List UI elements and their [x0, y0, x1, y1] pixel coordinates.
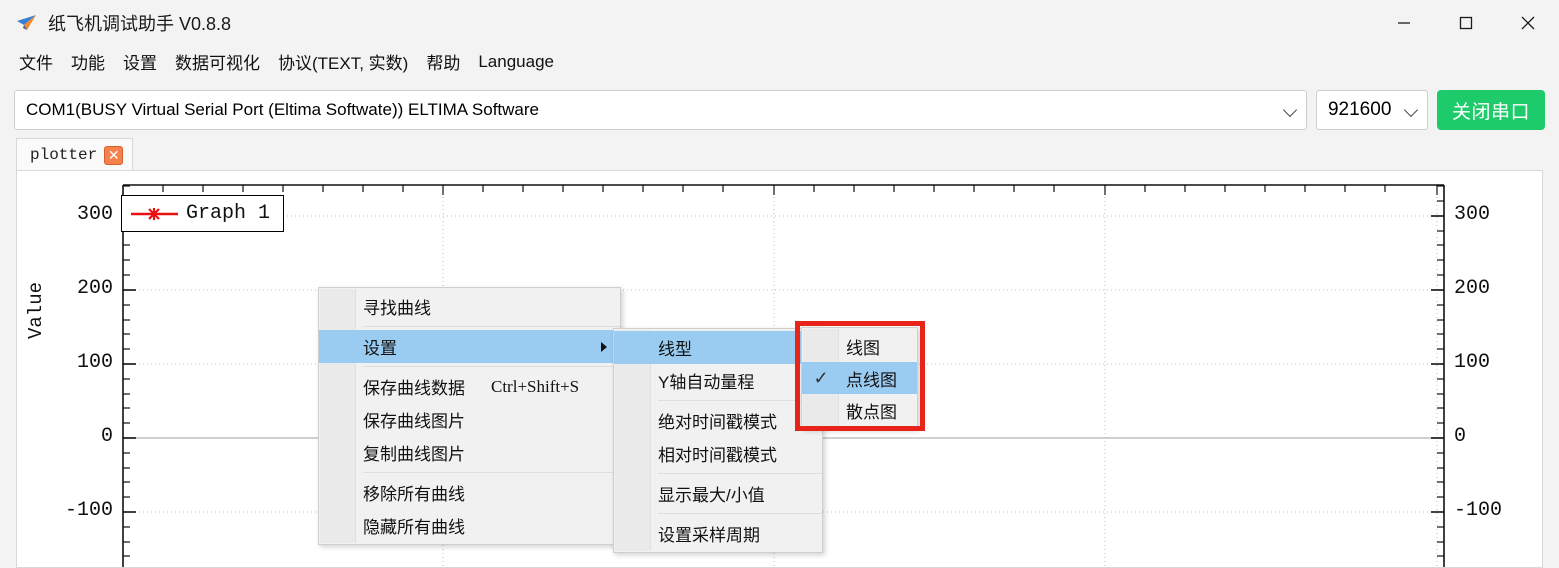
menu-item-label: 线图 — [846, 338, 880, 358]
chevron-down-icon — [1405, 103, 1419, 117]
menubar-item-data-visualization[interactable]: 数据可视化 — [166, 46, 269, 77]
menu-item-label: 散点图 — [846, 402, 897, 422]
title-bar-left: 纸飞机调试助手 V0.8.8 — [0, 10, 231, 36]
chevron-down-icon — [1284, 103, 1298, 117]
menu-separator — [658, 513, 822, 514]
menu-item-label: 线型 — [658, 340, 692, 359]
menubar-item-file[interactable]: 文件 — [10, 46, 62, 77]
y-tick-left-0: 0 — [100, 425, 113, 448]
tab-close-icon[interactable]: ✕ — [104, 145, 124, 165]
y-tick-left-100: 100 — [76, 351, 113, 374]
legend-marker-icon — [131, 207, 178, 221]
y-tick-left-200: 200 — [76, 277, 113, 300]
menu-item-save-curve-image[interactable]: 保存曲线图片 — [319, 403, 620, 436]
menu-item-label: Y轴自动量程 — [658, 373, 755, 392]
menu-item-relative-timestamp-mode[interactable]: 相对时间戳模式 — [614, 437, 822, 470]
menu-item-settings[interactable]: 设置 — [319, 330, 620, 363]
menu-item-dotted-line-chart[interactable]: ✓ 点线图 — [802, 362, 917, 394]
menu-separator — [363, 366, 620, 367]
menu-item-show-max-min[interactable]: 显示最大/小值 — [614, 477, 822, 510]
tab-plotter[interactable]: plotter ✕ — [16, 138, 134, 171]
menu-item-label: 设置采样周期 — [658, 526, 760, 545]
menu-bar: 文件 功能 设置 数据可视化 协议(TEXT, 实数) 帮助 Language — [0, 45, 1559, 78]
menu-separator — [658, 473, 822, 474]
menu-item-label: 隐藏所有曲线 — [363, 518, 465, 537]
title-bar: 纸飞机调试助手 V0.8.8 — [0, 0, 1559, 45]
menu-item-line-type[interactable]: 线型 — [614, 331, 822, 364]
baud-rate-value: 921600 — [1327, 99, 1392, 120]
menubar-item-help[interactable]: 帮助 — [417, 46, 469, 77]
y-tick-right-minus100: -100 — [1454, 499, 1503, 522]
menu-separator — [363, 472, 620, 473]
y-axis-title: Value — [25, 281, 47, 339]
menu-item-line-chart[interactable]: 线图 — [802, 330, 917, 362]
maximize-button[interactable] — [1435, 0, 1497, 45]
context-menu-settings[interactable]: 线型 Y轴自动量程 绝对时间戳模式 相对时间戳模式 显示最大/小值 设置采样周期 — [613, 328, 823, 553]
menu-item-copy-curve-image[interactable]: 复制曲线图片 — [319, 436, 620, 469]
paper-plane-icon — [16, 12, 38, 34]
menu-item-set-sampling-period[interactable]: 设置采样周期 — [614, 517, 822, 550]
legend-label-graph-1: Graph 1 — [186, 202, 271, 225]
y-tick-right-0: 0 — [1454, 425, 1467, 448]
menu-item-label: 点线图 — [846, 370, 897, 390]
close-serial-port-button[interactable]: 关闭串口 — [1436, 90, 1545, 130]
serial-port-select[interactable]: COM1(BUSY Virtual Serial Port (Eltima So… — [14, 90, 1307, 130]
menubar-item-function[interactable]: 功能 — [62, 46, 114, 77]
menu-item-y-axis-autoscale[interactable]: Y轴自动量程 — [614, 364, 822, 397]
context-menu-line-type[interactable]: 线图 ✓ 点线图 散点图 — [801, 327, 918, 429]
menu-item-label: 绝对时间戳模式 — [658, 413, 777, 432]
menu-item-label: 保存曲线图片 — [363, 412, 465, 431]
menu-item-label: 寻找曲线 — [363, 299, 431, 318]
menu-item-save-curve-data[interactable]: 保存曲线数据 Ctrl+Shift+S — [319, 370, 620, 403]
checkmark-icon: ✓ — [813, 368, 829, 388]
menu-item-shortcut: Ctrl+Shift+S — [491, 376, 580, 396]
menubar-item-protocol[interactable]: 协议(TEXT, 实数) — [269, 46, 417, 77]
menu-item-label: 保存曲线数据 — [363, 379, 465, 398]
y-tick-right-200: 200 — [1454, 277, 1491, 300]
menubar-item-language[interactable]: Language — [469, 49, 563, 75]
menu-item-label: 复制曲线图片 — [363, 445, 465, 464]
menubar-item-settings[interactable]: 设置 — [114, 46, 166, 77]
tab-strip: plotter ✕ — [0, 136, 1559, 171]
menu-item-hide-all-curves[interactable]: 隐藏所有曲线 — [319, 509, 620, 542]
menu-item-remove-all-curves[interactable]: 移除所有曲线 — [319, 476, 620, 509]
submenu-arrow-icon — [601, 341, 607, 352]
close-button[interactable] — [1497, 0, 1559, 45]
menu-item-label: 移除所有曲线 — [363, 485, 465, 504]
y-tick-right-100: 100 — [1454, 351, 1491, 374]
serial-port-value: COM1(BUSY Virtual Serial Port (Eltima So… — [26, 100, 539, 119]
window-title: 纸飞机调试助手 V0.8.8 — [48, 13, 232, 34]
menu-item-label: 相对时间戳模式 — [658, 446, 777, 465]
baud-rate-select[interactable]: 921600 — [1315, 90, 1428, 130]
app-window: 纸飞机调试助手 V0.8.8 文件 功能 设置 数据可视化 协议(TEXT, 实… — [0, 0, 1559, 568]
menu-item-scatter-chart[interactable]: 散点图 — [802, 394, 917, 426]
chart-legend[interactable]: Graph 1 — [121, 195, 285, 232]
menu-item-absolute-timestamp-mode[interactable]: 绝对时间戳模式 — [614, 404, 822, 437]
y-tick-left-minus100: -100 — [64, 499, 113, 522]
menu-item-label: 显示最大/小值 — [658, 486, 765, 505]
minimize-button[interactable] — [1373, 0, 1435, 45]
y-tick-left-300: 300 — [76, 203, 113, 226]
y-tick-right-300: 300 — [1454, 203, 1491, 226]
menu-separator — [658, 400, 822, 401]
menu-separator — [363, 326, 620, 327]
context-menu-primary[interactable]: 寻找曲线 设置 保存曲线数据 Ctrl+Shift+S 保存曲线图片 复制曲线图… — [318, 287, 621, 545]
serial-toolbar: COM1(BUSY Virtual Serial Port (Eltima So… — [0, 84, 1559, 136]
window-controls — [1373, 0, 1559, 45]
menu-item-find-curve[interactable]: 寻找曲线 — [319, 290, 620, 323]
tab-plotter-label: plotter — [30, 146, 98, 164]
menu-item-label: 设置 — [363, 339, 397, 358]
